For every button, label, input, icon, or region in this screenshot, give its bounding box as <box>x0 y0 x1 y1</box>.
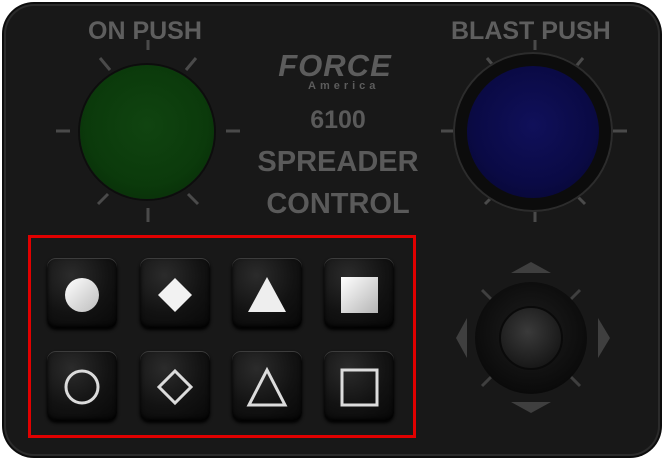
down-arrow-icon[interactable] <box>511 402 551 413</box>
diag-tick-se <box>568 374 582 388</box>
diag-tick-ne <box>568 288 582 302</box>
joystick-knob[interactable] <box>499 306 563 370</box>
joystick[interactable] <box>0 0 666 462</box>
right-arrow-icon[interactable] <box>598 318 610 358</box>
diag-tick-sw <box>480 374 494 388</box>
diag-tick-nw <box>480 288 494 302</box>
left-arrow-icon[interactable] <box>456 318 467 358</box>
up-arrow-icon[interactable] <box>511 262 551 273</box>
